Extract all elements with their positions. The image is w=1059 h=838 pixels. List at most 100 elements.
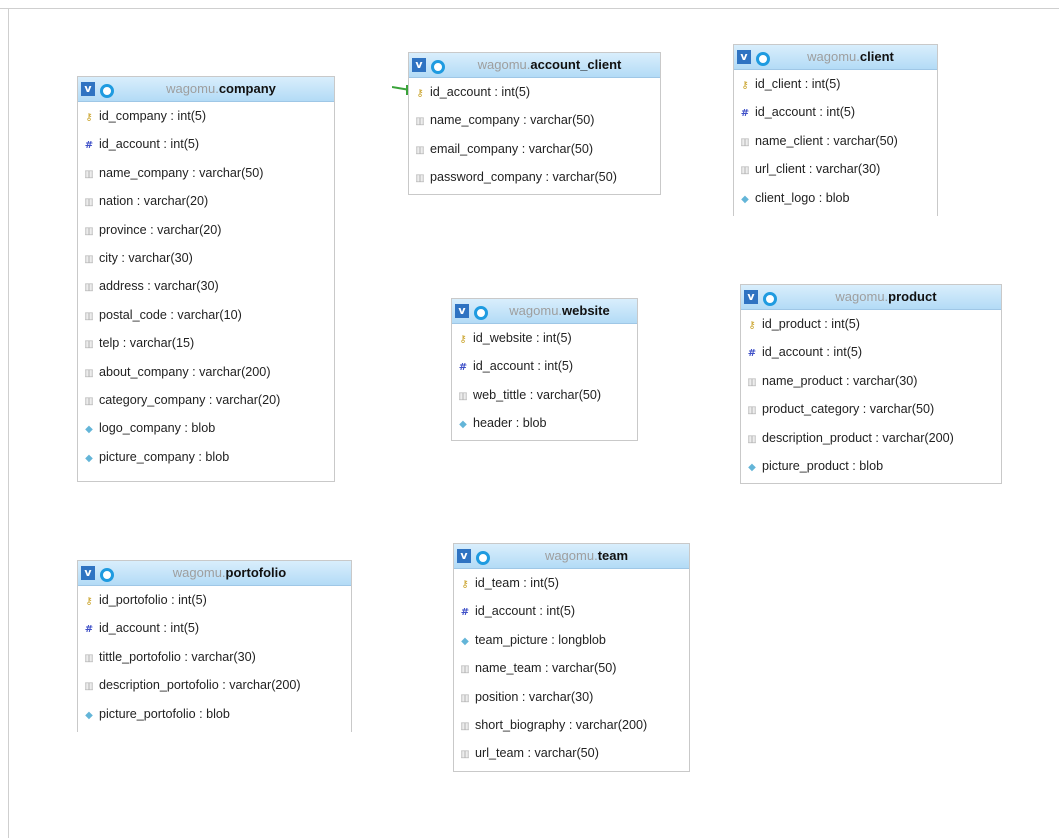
column-label: logo_company : blob [99, 421, 216, 436]
column-label: about_company : varchar(200) [99, 364, 271, 379]
blob-icon: ◆ [85, 424, 93, 436]
primary-key-icon: ⚷ [85, 596, 93, 607]
table-header[interactable]: v wagomu.account_client [409, 53, 660, 78]
column-row[interactable]: # id_account : int(5) [454, 597, 689, 625]
column-row[interactable]: ▥ about_company : varchar(200) [78, 358, 334, 386]
column-row[interactable]: ▥ description_product : varchar(200) [741, 424, 1001, 452]
table-portofolio[interactable]: v wagomu.portofolio ⚷ id_portofolio : int… [77, 560, 352, 732]
column-row[interactable]: ▥ description_portofolio : varchar(200) [78, 671, 351, 699]
column-row[interactable]: # id_account : int(5) [78, 130, 334, 158]
column-row[interactable]: ⚷ id_product : int(5) [741, 310, 1001, 338]
v-menu-icon[interactable]: v [455, 304, 469, 318]
column-row[interactable]: ▥ name_team : varchar(50) [454, 654, 689, 682]
column-row[interactable]: # id_account : int(5) [741, 338, 1001, 366]
blob-icon: ◆ [461, 635, 469, 647]
column-row[interactable]: ◆ client_logo : blob [734, 184, 937, 212]
column-label: id_account : int(5) [475, 604, 576, 619]
column-row[interactable]: # id_account : int(5) [452, 352, 637, 380]
table-name: website [562, 303, 610, 318]
column-row[interactable]: ▥ web_tittle : varchar(50) [452, 381, 637, 409]
column-row[interactable]: ▥ category_company : varchar(20) [78, 386, 334, 414]
column-row[interactable]: ⚷ id_company : int(5) [78, 102, 334, 130]
column-row[interactable]: ▥ city : varchar(30) [78, 244, 334, 272]
column-label: province : varchar(20) [99, 222, 222, 237]
column-row[interactable]: ▥ name_company : varchar(50) [409, 106, 660, 134]
schema-name: wagomu. [835, 289, 889, 304]
column-row[interactable]: ⚷ id_portofolio : int(5) [78, 586, 351, 614]
column-row[interactable]: ◆ picture_product : blob [741, 452, 1001, 480]
column-row[interactable]: ▥ url_team : varchar(50) [454, 739, 689, 767]
v-menu-icon[interactable]: v [412, 58, 426, 72]
column-label: picture_product : blob [762, 458, 884, 473]
table-header[interactable]: v wagomu.team [454, 544, 689, 569]
column-row[interactable]: ▥ password_company : varchar(50) [409, 163, 660, 191]
table-title: wagomu.account_client [443, 53, 656, 77]
primary-key-icon: ⚷ [416, 88, 424, 99]
column-row[interactable]: ◆ picture_portofolio : blob [78, 700, 351, 728]
column-row[interactable]: # id_account : int(5) [78, 614, 351, 642]
column-row[interactable]: ⚷ id_website : int(5) [452, 324, 637, 352]
table-header[interactable]: v wagomu.website [452, 299, 637, 324]
column-icon: ▥ [747, 433, 757, 445]
column-row[interactable]: ▥ url_client : varchar(30) [734, 155, 937, 183]
column-row[interactable]: ▥ province : varchar(20) [78, 216, 334, 244]
table-account_client[interactable]: v wagomu.account_client ⚷ id_account : in… [408, 52, 661, 195]
v-menu-icon[interactable]: v [737, 50, 751, 64]
v-menu-icon[interactable]: v [744, 290, 758, 304]
column-label: id_account : int(5) [99, 137, 200, 152]
column-row[interactable]: ▥ name_product : varchar(30) [741, 367, 1001, 395]
column-label: name_client : varchar(50) [755, 133, 898, 148]
v-menu-icon[interactable]: v [457, 549, 471, 563]
foreign-key-icon: # [747, 348, 757, 360]
column-label: web_tittle : varchar(50) [473, 387, 602, 402]
column-label: name_product : varchar(30) [762, 373, 918, 388]
blob-icon: ◆ [85, 709, 93, 721]
primary-key-icon: ⚷ [748, 320, 756, 331]
column-row[interactable]: ▥ position : varchar(30) [454, 683, 689, 711]
column-label: id_account : int(5) [755, 105, 856, 120]
column-row[interactable]: ⚷ id_team : int(5) [454, 569, 689, 597]
column-row[interactable]: ▥ tittle_portofolio : varchar(30) [78, 643, 351, 671]
column-row[interactable]: ◆ logo_company : blob [78, 414, 334, 442]
blob-icon: ◆ [748, 461, 756, 473]
column-row[interactable]: # id_account : int(5) [734, 98, 937, 126]
column-row[interactable]: ◆ header : blob [452, 409, 637, 437]
foreign-key-icon: # [84, 624, 94, 636]
column-icon: ▥ [84, 225, 94, 237]
column-row[interactable]: ▥ product_category : varchar(50) [741, 395, 1001, 423]
column-row[interactable]: ▥ telp : varchar(15) [78, 329, 334, 357]
column-icon: ▥ [84, 282, 94, 294]
table-client[interactable]: v wagomu.client ⚷ id_client : int(5) # id_a… [733, 44, 938, 216]
column-row[interactable]: ◆ team_picture : longblob [454, 626, 689, 654]
table-header[interactable]: v wagomu.company [78, 77, 334, 102]
v-menu-icon[interactable]: v [81, 82, 95, 96]
column-row[interactable]: ▥ short_biography : varchar(200) [454, 711, 689, 739]
column-row[interactable]: ▥ address : varchar(30) [78, 272, 334, 300]
column-label: name_company : varchar(50) [99, 165, 264, 180]
v-menu-icon[interactable]: v [81, 566, 95, 580]
column-list: ⚷ id_company : int(5) # id_account : int(5)… [78, 102, 334, 471]
column-icon: ▥ [84, 652, 94, 664]
column-label: city : varchar(30) [99, 250, 193, 265]
table-team[interactable]: v wagomu.team ⚷ id_team : int(5) # id_accou… [453, 543, 690, 772]
table-header[interactable]: v wagomu.product [741, 285, 1001, 310]
column-row[interactable]: ⚷ id_client : int(5) [734, 70, 937, 98]
table-company[interactable]: v wagomu.company ⚷ id_company : int(5) # id… [77, 76, 335, 482]
table-website[interactable]: v wagomu.website ⚷ id_website : int(5) # id… [451, 298, 638, 441]
column-label: id_portofolio : int(5) [99, 593, 207, 607]
foreign-key-icon: # [84, 140, 94, 152]
column-row[interactable]: ▥ nation : varchar(20) [78, 187, 334, 215]
table-header[interactable]: v wagomu.portofolio [78, 561, 351, 586]
column-icon: ▥ [460, 692, 470, 704]
column-icon: ▥ [84, 681, 94, 693]
column-label: telp : varchar(15) [99, 336, 195, 351]
column-row[interactable]: ⚷ id_account : int(5) [409, 78, 660, 106]
column-row[interactable]: ▥ postal_code : varchar(10) [78, 301, 334, 329]
table-product[interactable]: v wagomu.product ⚷ id_product : int(5) # id… [740, 284, 1002, 484]
column-list: ⚷ id_team : int(5) # id_account : int(5) ◆ te… [454, 569, 689, 768]
column-row[interactable]: ▥ name_company : varchar(50) [78, 159, 334, 187]
column-row[interactable]: ▥ name_client : varchar(50) [734, 127, 937, 155]
column-row[interactable]: ▥ email_company : varchar(50) [409, 135, 660, 163]
column-row[interactable]: ◆ picture_company : blob [78, 443, 334, 471]
table-header[interactable]: v wagomu.client [734, 45, 937, 70]
